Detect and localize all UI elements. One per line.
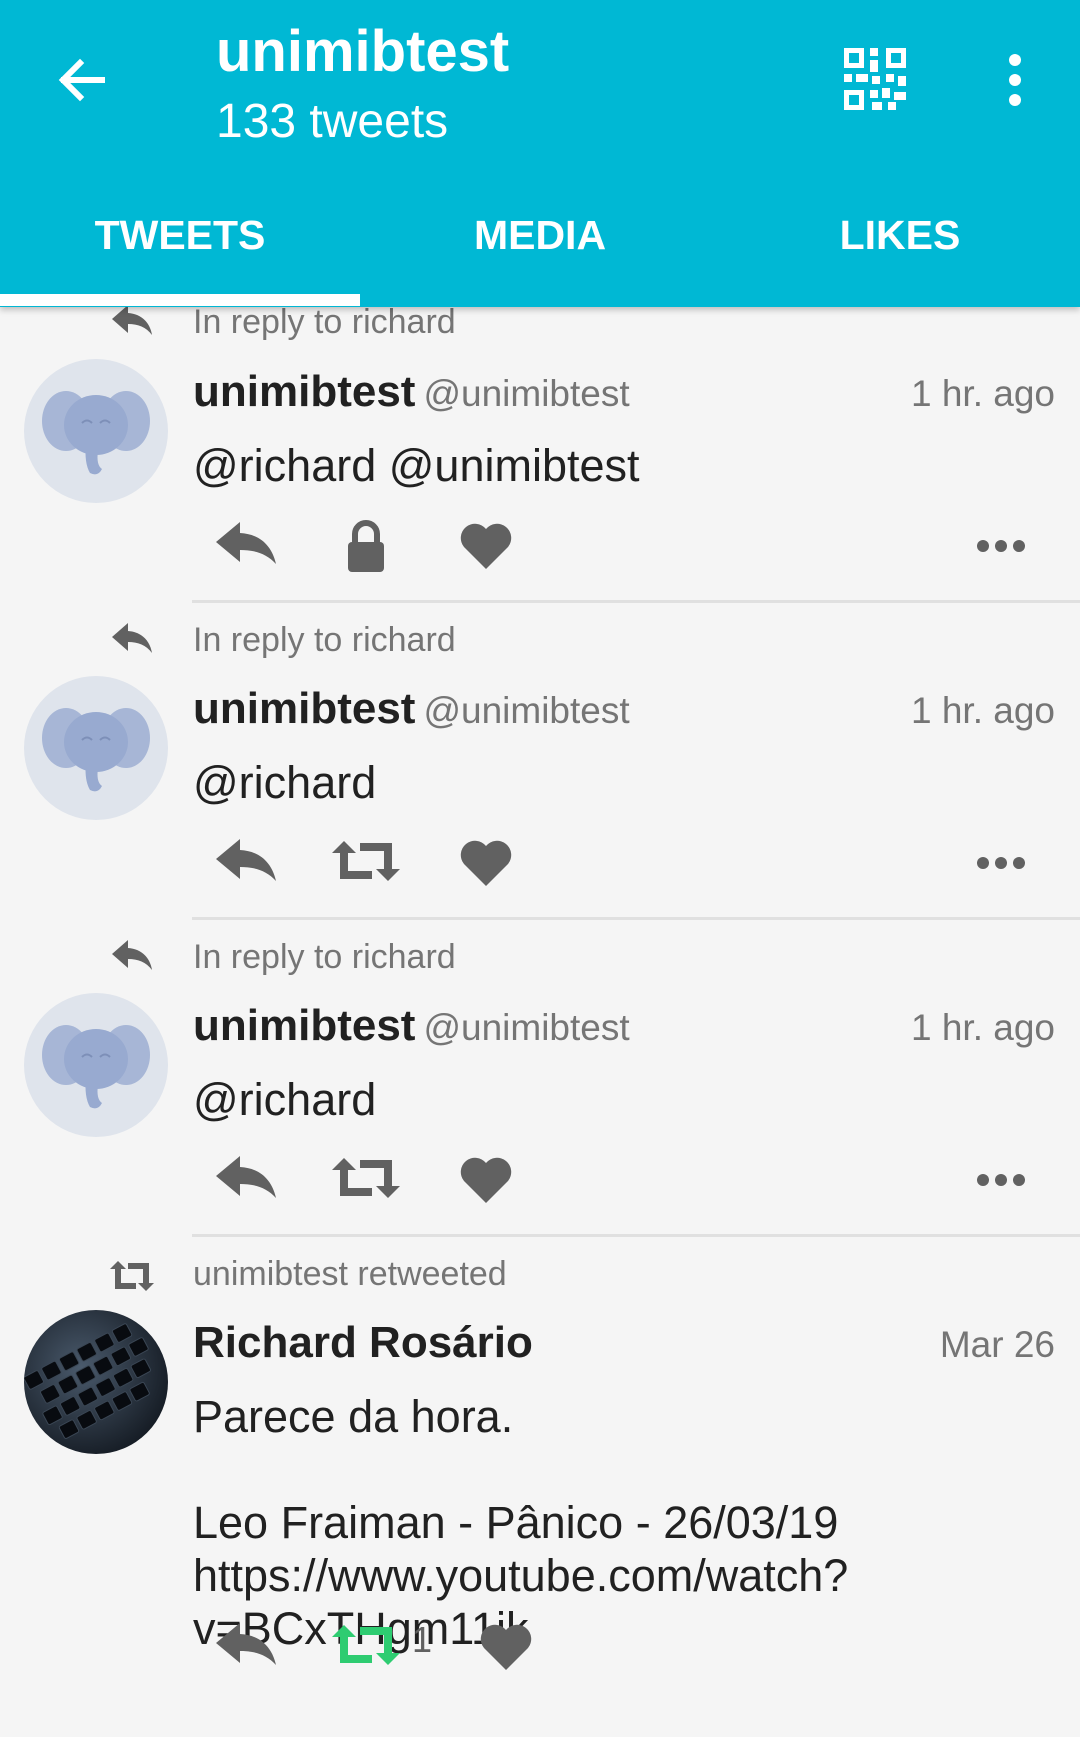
retweet-context: unimibtest retweeted <box>193 1255 507 1293</box>
tweet-time: 1 hr. ago <box>910 373 1055 414</box>
avatar[interactable] <box>24 359 168 503</box>
avatar[interactable] <box>24 676 168 820</box>
reply-button[interactable] <box>214 1621 278 1665</box>
tweet-more-button[interactable] <box>976 1173 1026 1187</box>
keyboard-photo-avatar-icon <box>24 1310 168 1454</box>
elephant-avatar-icon <box>24 676 168 820</box>
tweet-more-button[interactable] <box>976 539 1026 553</box>
avatar[interactable] <box>24 1310 168 1454</box>
display-name: unimibtest <box>193 684 416 733</box>
tweet-item[interactable]: In reply to richard unimibtest @unimibtes… <box>0 603 1080 920</box>
app-bar: unimibtest 133 tweets TWEETS MEDIA LIKES <box>0 0 1080 307</box>
tweet-item[interactable]: In reply to richard unimibtest @unimibtes… <box>0 303 1080 603</box>
active-tab-indicator <box>0 294 360 306</box>
elephant-avatar-icon <box>24 993 168 1137</box>
tweet-count: 133 tweets <box>216 95 449 148</box>
like-button[interactable] <box>458 1155 514 1205</box>
display-name: unimibtest <box>193 367 416 416</box>
back-button[interactable] <box>52 50 112 110</box>
tweet-item[interactable]: In reply to richard unimibtest @unimibtes… <box>0 920 1080 1237</box>
retweet-count: 1 <box>412 1619 433 1660</box>
retweet-button[interactable] <box>332 1623 400 1667</box>
like-button[interactable] <box>458 521 514 571</box>
tweet-time: 1 hr. ago <box>910 1007 1055 1048</box>
author-handle: @unimibtest <box>423 1007 630 1048</box>
tweet-time: 1 hr. ago <box>910 690 1055 731</box>
retweet-button[interactable] <box>332 839 400 883</box>
tweet-text: Parece da hora. Leo Fraiman - Pânico - 2… <box>193 1391 849 1654</box>
like-button[interactable] <box>478 1622 534 1672</box>
tweet-time: Mar 26 <box>939 1324 1055 1365</box>
display-name: unimibtest <box>193 1001 416 1050</box>
avatar[interactable] <box>24 993 168 1137</box>
more-vertical-icon <box>1009 54 1021 106</box>
author-name[interactable]: unimibtest @unimibtest <box>193 684 630 734</box>
reply-context: In reply to richard <box>193 621 456 659</box>
tab-tweets[interactable]: TWEETS <box>0 200 360 307</box>
author-handle: @unimibtest <box>423 373 630 414</box>
lock-icon <box>348 520 384 572</box>
profile-tabs: TWEETS MEDIA LIKES <box>0 200 1080 307</box>
reply-icon <box>112 623 152 653</box>
author-name[interactable]: Richard Rosário <box>193 1318 533 1368</box>
arrow-left-icon <box>58 58 105 102</box>
qr-code-icon <box>844 48 906 110</box>
author-name[interactable]: unimibtest @unimibtest <box>193 1001 630 1051</box>
more-options-button[interactable] <box>995 52 1035 108</box>
reply-icon <box>112 940 152 970</box>
tab-likes[interactable]: LIKES <box>720 200 1080 307</box>
tweet-text: @richard @unimibtest <box>193 440 640 491</box>
profile-title: unimibtest <box>216 19 510 84</box>
reply-button[interactable] <box>214 1154 278 1198</box>
author-name[interactable]: unimibtest @unimibtest <box>193 367 630 417</box>
tweet-text: @richard <box>193 1074 377 1125</box>
retweet-icon <box>110 1261 154 1291</box>
reply-button[interactable] <box>214 520 278 564</box>
reply-context: In reply to richard <box>193 303 456 341</box>
qr-code-button[interactable] <box>842 46 908 112</box>
like-button[interactable] <box>458 838 514 888</box>
tweet-more-button[interactable] <box>976 856 1026 870</box>
tweet-text: @richard <box>193 757 377 808</box>
author-handle: @unimibtest <box>423 690 630 731</box>
reply-context: In reply to richard <box>193 938 456 976</box>
elephant-avatar-icon <box>24 359 168 503</box>
retweet-button[interactable] <box>332 1156 400 1200</box>
tweet-feed[interactable]: In reply to richard unimibtest @unimibtes… <box>0 303 1080 1737</box>
tweet-item[interactable]: unimibtest retweeted Richard Rosário Mar… <box>0 1237 1080 1737</box>
reply-icon <box>112 305 152 335</box>
reply-button[interactable] <box>214 837 278 881</box>
tab-media[interactable]: MEDIA <box>360 200 720 307</box>
